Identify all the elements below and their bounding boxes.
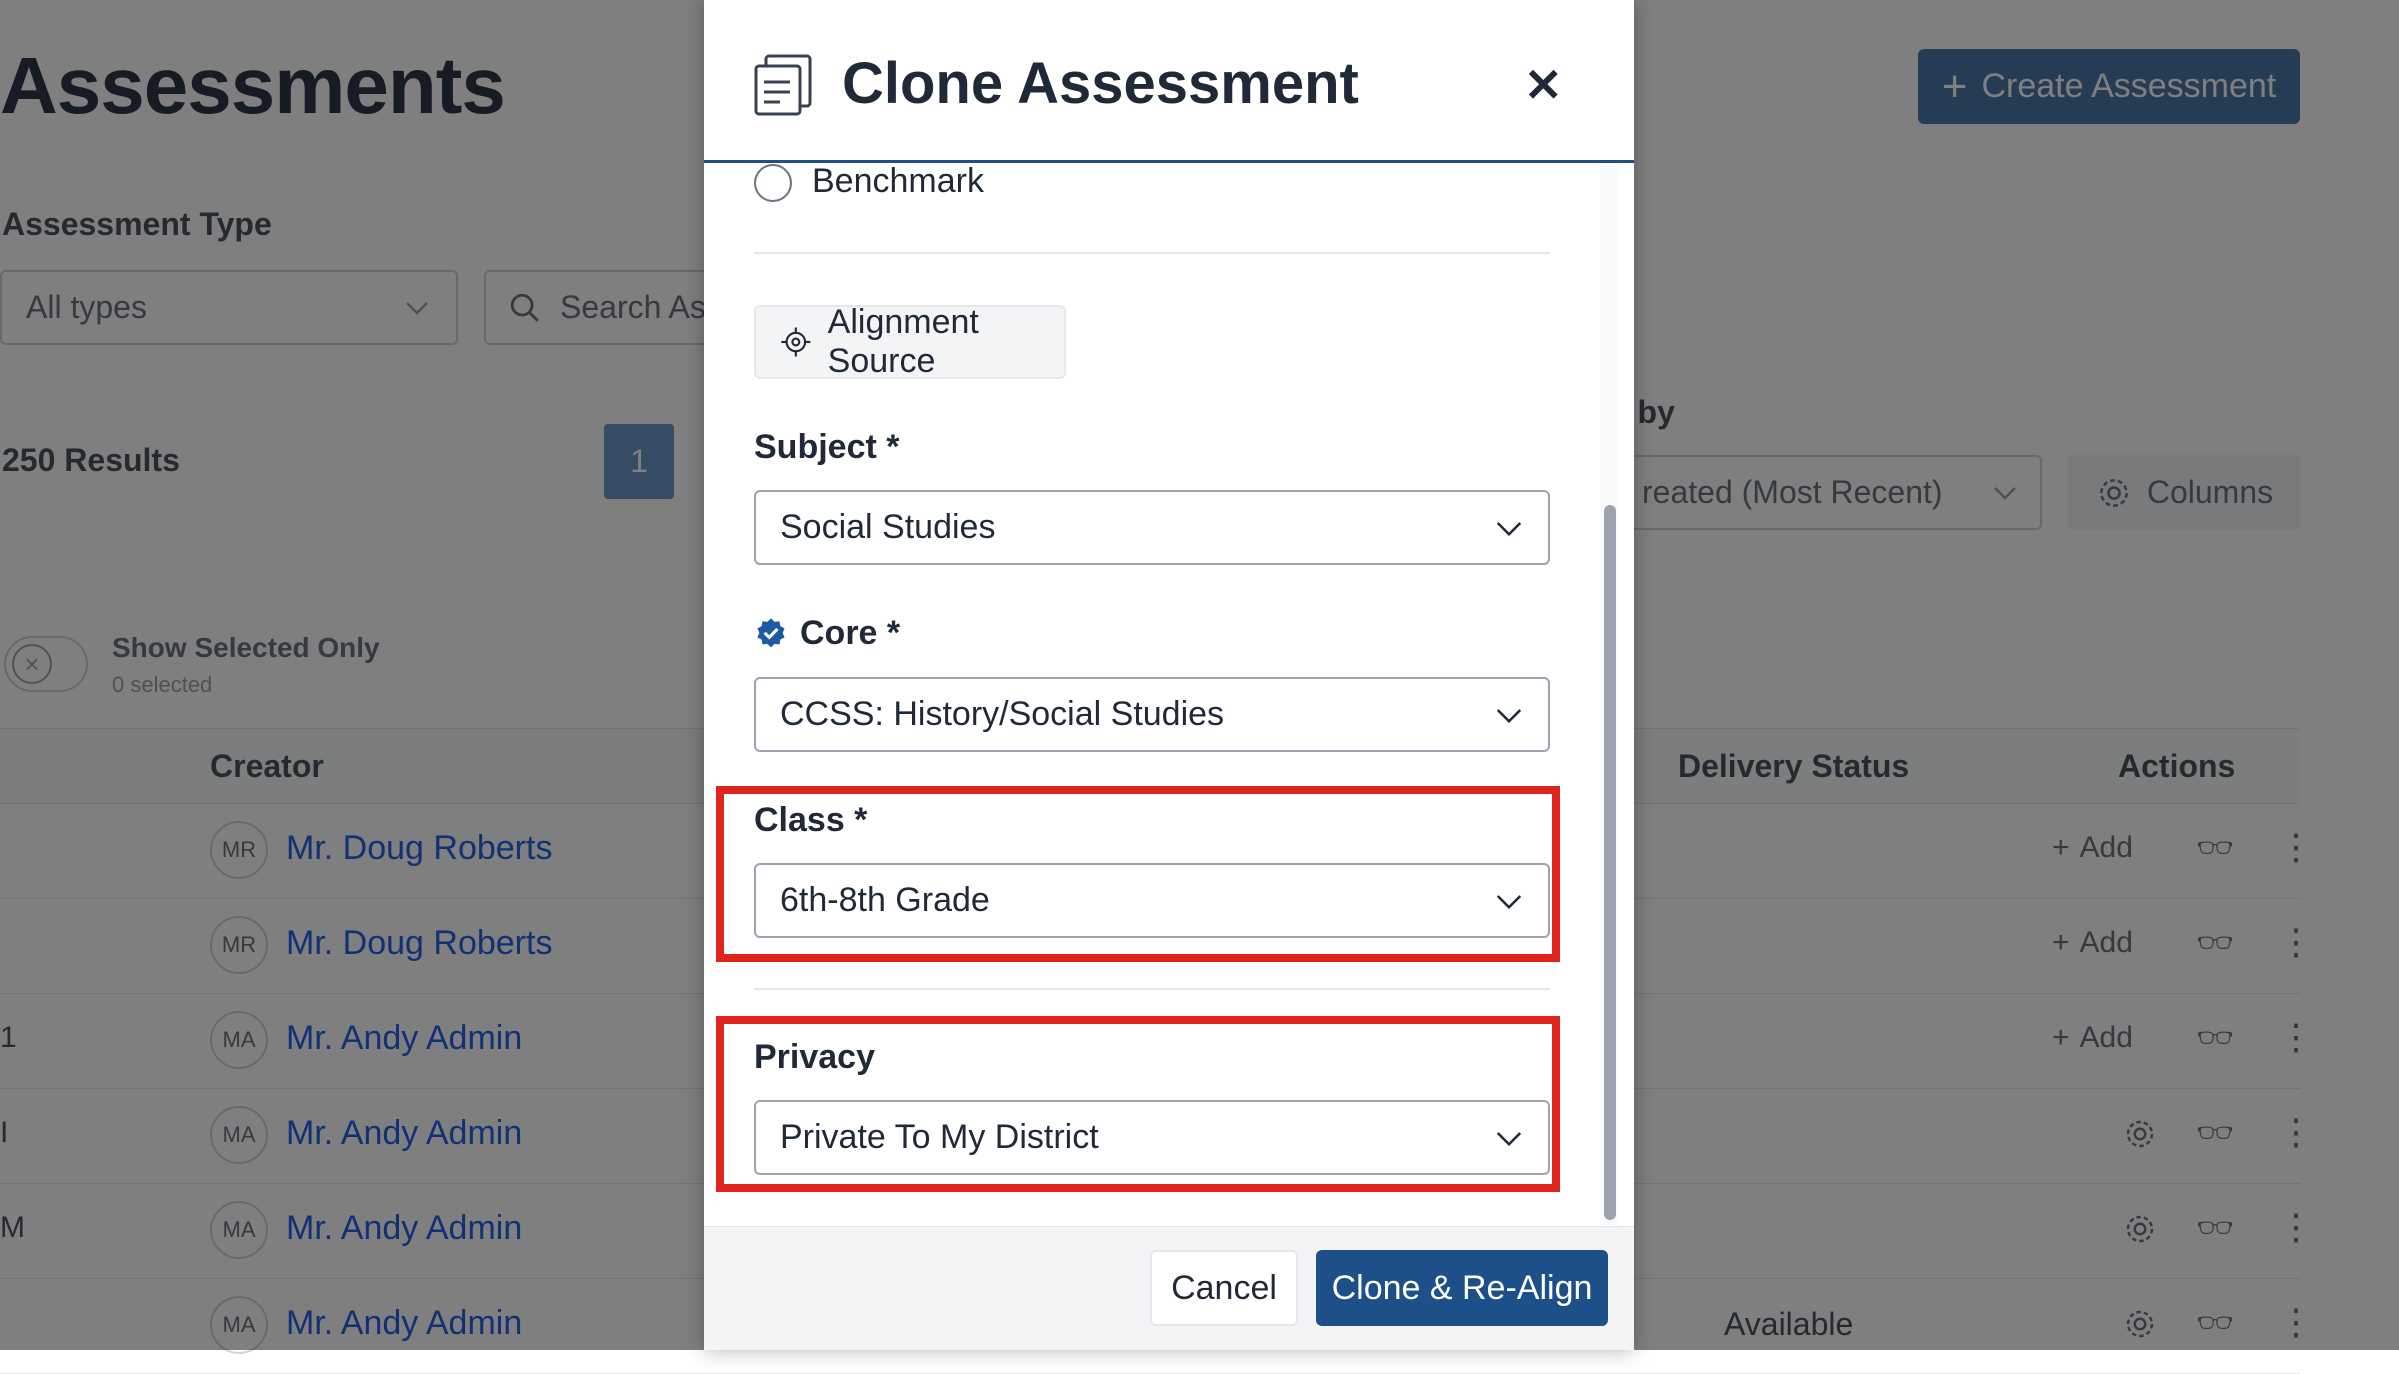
subject-label: Subject * xyxy=(754,428,899,467)
chevron-down-icon xyxy=(1496,708,1522,723)
scrollbar-thumb[interactable] xyxy=(1604,505,1616,1220)
divider xyxy=(754,252,1550,254)
subject-label-text: Subject * xyxy=(754,428,900,466)
benchmark-radio[interactable] xyxy=(754,164,792,202)
subject-value: Social Studies xyxy=(780,508,996,546)
benchmark-radio-label[interactable]: Benchmark xyxy=(812,162,984,201)
target-icon xyxy=(781,327,811,357)
document-clone-icon xyxy=(754,54,812,116)
subject-select[interactable]: Social Studies xyxy=(754,490,1550,565)
core-label-text: Core * xyxy=(800,614,901,652)
modal-title: Clone Assessment xyxy=(842,51,1359,116)
chevron-down-icon xyxy=(1496,521,1522,536)
core-select[interactable]: CCSS: History/Social Studies xyxy=(754,677,1550,752)
cancel-button[interactable]: Cancel xyxy=(1150,1250,1298,1326)
class-highlight-box xyxy=(716,786,1560,962)
alignment-source-label: Alignment Source xyxy=(827,303,979,380)
close-icon[interactable]: ✕ xyxy=(1524,58,1563,112)
clone-realign-button[interactable]: Clone & Re-Align xyxy=(1316,1250,1608,1326)
modal-header: Clone Assessment ✕ xyxy=(704,0,1634,163)
verified-badge-icon xyxy=(757,617,785,647)
divider xyxy=(754,988,1550,990)
alignment-source-button[interactable]: Alignment Source xyxy=(754,303,1066,380)
core-label: Core * xyxy=(754,614,900,653)
core-value: CCSS: History/Social Studies xyxy=(780,695,1225,733)
privacy-highlight-box xyxy=(716,1016,1560,1192)
